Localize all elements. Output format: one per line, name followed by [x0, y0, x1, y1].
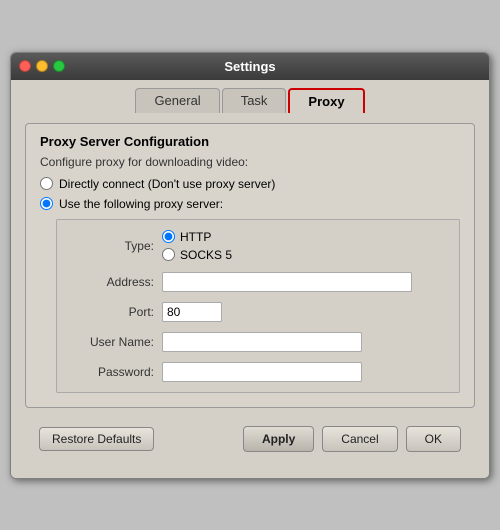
type-field-row: Type: HTTP SOCKS 5: [69, 230, 447, 262]
username-label: User Name:: [69, 335, 154, 349]
group-title: Proxy Server Configuration: [40, 134, 460, 149]
restore-defaults-button[interactable]: Restore Defaults: [39, 427, 154, 451]
port-field-row: Port:: [69, 302, 447, 322]
content-area: Proxy Server Configuration Configure pro…: [11, 113, 489, 478]
radio-socks5[interactable]: [162, 248, 175, 261]
type-options: HTTP SOCKS 5: [162, 230, 232, 262]
http-radio-row: HTTP: [162, 230, 232, 244]
minimize-button[interactable]: [36, 60, 48, 72]
radio-direct-label[interactable]: Directly connect (Don't use proxy server…: [59, 177, 275, 191]
action-buttons: Apply Cancel OK: [243, 426, 461, 452]
address-field-row: Address:: [69, 272, 447, 292]
maximize-button[interactable]: [53, 60, 65, 72]
window-controls: [19, 60, 65, 72]
tab-proxy[interactable]: Proxy: [288, 88, 364, 113]
password-label: Password:: [69, 365, 154, 379]
address-input[interactable]: [162, 272, 412, 292]
tab-general[interactable]: General: [135, 88, 219, 113]
socks5-radio-row: SOCKS 5: [162, 248, 232, 262]
radio-direct-row: Directly connect (Don't use proxy server…: [40, 177, 460, 191]
tab-bar: General Task Proxy: [11, 80, 489, 113]
proxy-fields-box: Type: HTTP SOCKS 5 Address:: [56, 219, 460, 393]
title-bar: Settings: [11, 53, 489, 80]
password-field-row: Password:: [69, 362, 447, 382]
radio-use-proxy[interactable]: [40, 197, 53, 210]
settings-window: Settings General Task Proxy Proxy Server…: [10, 52, 490, 479]
radio-use-label[interactable]: Use the following proxy server:: [59, 197, 223, 211]
port-label: Port:: [69, 305, 154, 319]
window-title: Settings: [19, 59, 481, 74]
radio-http-label[interactable]: HTTP: [180, 230, 211, 244]
radio-use-row: Use the following proxy server:: [40, 197, 460, 211]
radio-http[interactable]: [162, 230, 175, 243]
bottom-bar: Restore Defaults Apply Cancel OK: [25, 418, 475, 464]
ok-button[interactable]: OK: [406, 426, 461, 452]
address-label: Address:: [69, 275, 154, 289]
username-field-row: User Name:: [69, 332, 447, 352]
proxy-group-box: Proxy Server Configuration Configure pro…: [25, 123, 475, 408]
type-label: Type:: [69, 239, 154, 253]
cancel-button[interactable]: Cancel: [322, 426, 397, 452]
group-desc: Configure proxy for downloading video:: [40, 155, 460, 169]
password-input[interactable]: [162, 362, 362, 382]
port-input[interactable]: [162, 302, 222, 322]
tab-task[interactable]: Task: [222, 88, 287, 113]
apply-button[interactable]: Apply: [243, 426, 314, 452]
radio-direct[interactable]: [40, 177, 53, 190]
radio-socks5-label[interactable]: SOCKS 5: [180, 248, 232, 262]
username-input[interactable]: [162, 332, 362, 352]
close-button[interactable]: [19, 60, 31, 72]
